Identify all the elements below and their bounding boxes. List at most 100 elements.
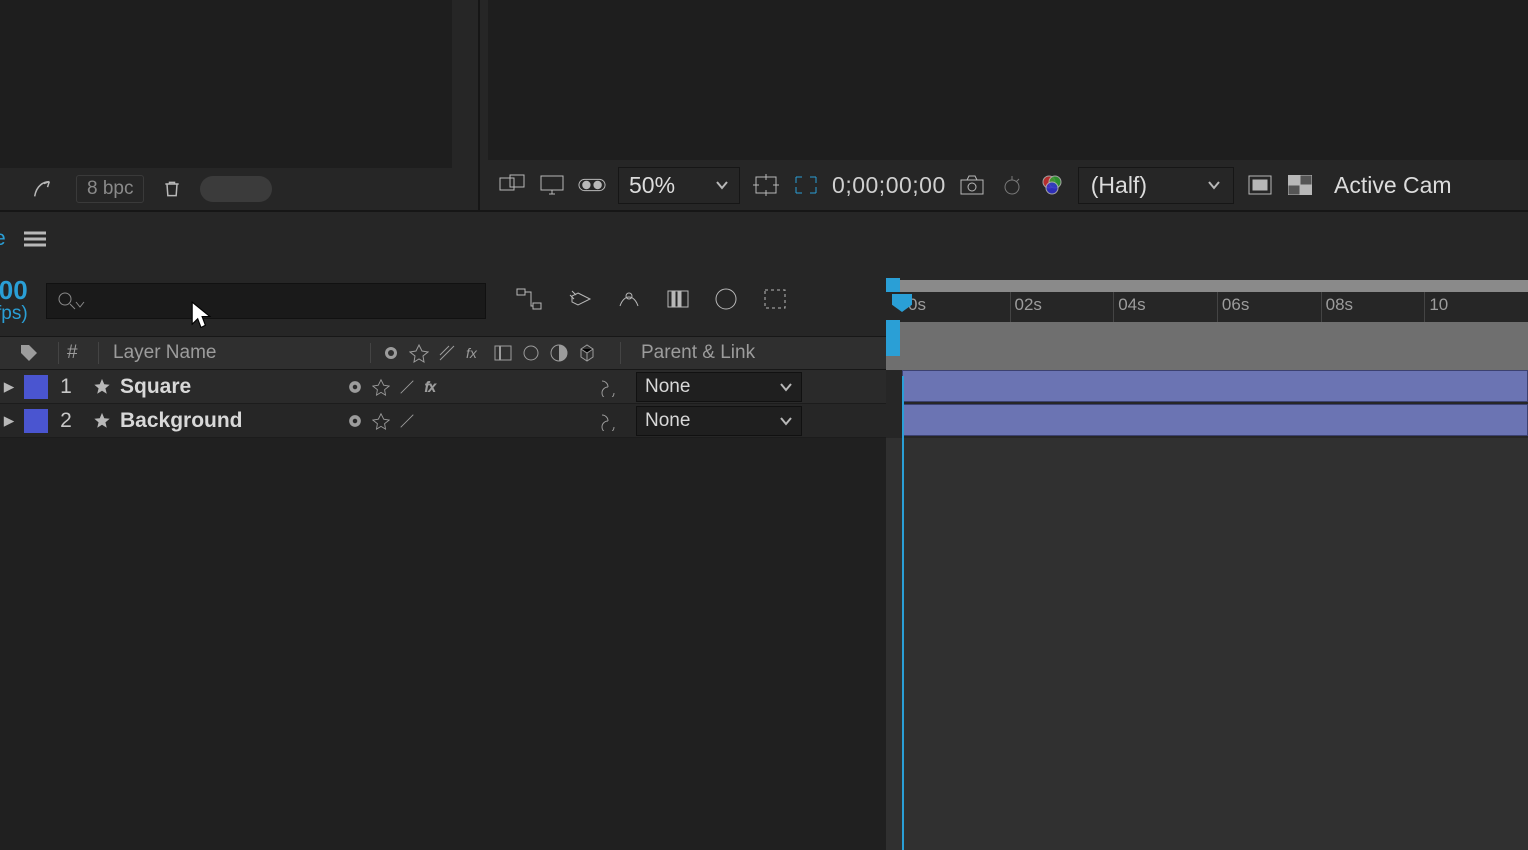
region-of-interest-icon[interactable] — [792, 171, 820, 199]
current-time-display[interactable]: 00 — [0, 277, 28, 303]
twirl-icon[interactable]: ▸ — [0, 408, 18, 433]
safe-zones-icon[interactable] — [752, 171, 780, 199]
layer-duration-bars — [902, 370, 1528, 438]
monitor-icon[interactable] — [538, 171, 566, 199]
layer-search-input[interactable] — [46, 283, 486, 319]
interpret-footage-icon[interactable] — [28, 175, 56, 203]
goggles-icon[interactable] — [578, 171, 606, 199]
time-ruler[interactable]: 0s 02s 04s 06s 08s 10 — [886, 292, 1528, 322]
panel-divider[interactable] — [478, 0, 480, 210]
panel-menu-icon[interactable] — [24, 230, 46, 248]
magnification-dropdown[interactable]: 50% — [618, 167, 740, 204]
ruler-tick: 08s — [1321, 292, 1425, 322]
show-snapshot-icon[interactable] — [998, 171, 1026, 199]
parent-dropdown[interactable]: None — [636, 372, 802, 402]
parent-value: None — [645, 410, 690, 432]
fast-preview-icon[interactable] — [1246, 171, 1274, 199]
color-depth-button[interactable]: 8 bpc — [76, 175, 144, 203]
video-switch-icon[interactable] — [346, 412, 364, 430]
collapse-transform-icon[interactable] — [372, 412, 390, 430]
magnification-value: 50% — [629, 172, 675, 199]
search-icon — [57, 291, 77, 311]
layer-index: 1 — [48, 375, 84, 399]
active-camera-label[interactable]: Active Cam — [1326, 172, 1452, 199]
fx-enabled-icon[interactable]: fx — [424, 378, 444, 396]
toggle-viewer-icon[interactable] — [498, 171, 526, 199]
layer-label-color[interactable] — [24, 409, 48, 433]
panel-tab-partial[interactable]: e — [0, 227, 6, 251]
adjustment-switch-icon — [549, 343, 569, 363]
motion-blur-icon[interactable] — [666, 288, 690, 315]
layer-name[interactable]: Square — [120, 375, 340, 399]
composition-viewer-area — [488, 0, 1528, 160]
snapshot-icon[interactable] — [958, 171, 986, 199]
pickwhip-icon[interactable] — [598, 377, 618, 397]
resolution-dropdown[interactable]: (Half) — [1078, 167, 1234, 204]
timeline-panel: 00 fps) # Layer Name fx — [0, 266, 1528, 850]
collapse-switch-icon — [409, 343, 429, 363]
timeline-header-row: 00 fps) — [0, 270, 886, 332]
render-queue-icon[interactable] — [762, 287, 788, 316]
time-navigator[interactable] — [886, 280, 1528, 292]
parent-value: None — [645, 376, 690, 398]
resolution-value: (Half) — [1091, 172, 1147, 199]
ruler-tick: 06s — [1217, 292, 1321, 322]
fx-switch-icon: fx — [465, 343, 485, 363]
viewer-current-time[interactable]: 0;00;00;00 — [832, 172, 946, 199]
parent-dropdown[interactable]: None — [636, 406, 802, 436]
quality-switch-icon — [437, 343, 457, 363]
comp-flowchart-icon[interactable] — [516, 288, 542, 315]
upper-region: 8 bpc 50% 0;00;00;00 (Half) Active Cam — [0, 0, 1528, 210]
chevron-down-icon — [1207, 178, 1221, 192]
layer-label-color[interactable] — [24, 375, 48, 399]
chevron-down-icon — [779, 380, 793, 394]
index-column-header[interactable]: # — [58, 342, 98, 364]
transparency-grid-icon[interactable] — [1286, 171, 1314, 199]
shy-icon[interactable] — [566, 287, 592, 316]
current-time-indicator-line[interactable] — [902, 376, 904, 850]
channel-icon[interactable] — [1038, 171, 1066, 199]
current-fps-display: fps) — [0, 303, 28, 325]
work-area-start-handle[interactable] — [886, 320, 900, 356]
project-panel-area — [0, 0, 452, 170]
chevron-down-icon — [779, 414, 793, 428]
timeline-panel-tabstrip: e — [0, 210, 1528, 266]
frame-blend-icon[interactable] — [616, 288, 642, 315]
quality-best-icon[interactable] — [398, 378, 416, 396]
layer-row[interactable]: ▸ 2 Background None — [0, 404, 886, 438]
ruler-tick: 10 — [1424, 292, 1528, 322]
project-panel-toolbar: 8 bpc — [0, 168, 452, 210]
layer-switches: fx — [340, 378, 580, 396]
timeline-track-empty-area[interactable] — [886, 438, 1528, 850]
ruler-tick: 02s — [1010, 292, 1114, 322]
motion-blur-switch-icon — [521, 343, 541, 363]
shy-switch-icon — [381, 343, 401, 363]
twirl-icon[interactable]: ▸ — [0, 374, 18, 399]
layer-row[interactable]: ▸ 1 Square fx None — [0, 370, 886, 404]
composition-viewer-toolbar: 50% 0;00;00;00 (Half) Active Cam — [488, 160, 1528, 210]
graph-editor-icon[interactable] — [714, 287, 738, 316]
layer-bar[interactable] — [902, 404, 1528, 436]
video-switch-icon[interactable] — [346, 378, 364, 396]
layer-switches — [340, 412, 580, 430]
layer-name[interactable]: Background — [120, 409, 340, 433]
svg-text:fx: fx — [425, 379, 437, 394]
shape-layer-icon — [84, 412, 120, 430]
shape-layer-icon — [84, 378, 120, 396]
chevron-down-icon — [75, 300, 85, 310]
layer-bar[interactable] — [902, 370, 1528, 402]
time-ruler-area: 0s 02s 04s 06s 08s 10 — [886, 270, 1528, 370]
project-search-pill[interactable] — [200, 176, 272, 202]
name-column-header[interactable]: Layer Name — [98, 342, 370, 364]
label-column-header[interactable] — [0, 343, 58, 363]
frame-blend-switch-icon — [493, 343, 513, 363]
collapse-transform-icon[interactable] — [372, 378, 390, 396]
trash-icon[interactable] — [158, 175, 186, 203]
layer-index: 2 — [48, 409, 84, 433]
quality-best-icon[interactable] — [398, 412, 416, 430]
pickwhip-icon[interactable] — [598, 411, 618, 431]
parent-column-header[interactable]: Parent & Link — [620, 342, 886, 364]
work-area-bar[interactable] — [886, 322, 1528, 370]
switches-column-header[interactable]: fx — [370, 343, 620, 363]
layer-columns-header: # Layer Name fx Parent & Link — [0, 336, 886, 370]
